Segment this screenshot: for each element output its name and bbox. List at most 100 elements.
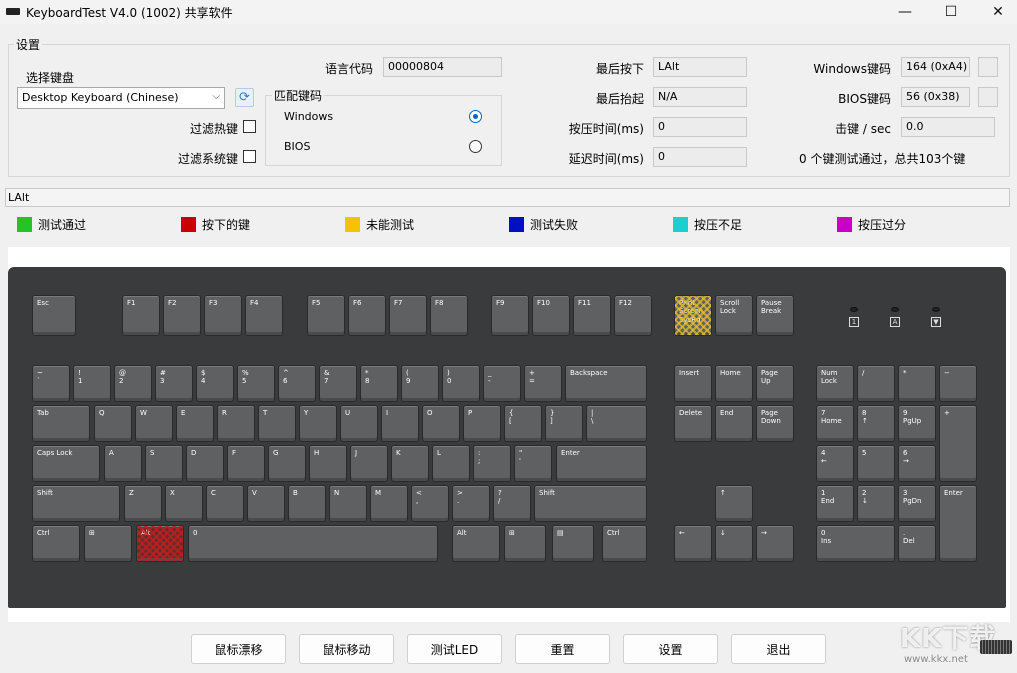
key-num1: 1 End <box>816 485 854 522</box>
key-label: % 5 <box>242 369 249 386</box>
maximize-button[interactable]: ☐ <box>928 0 974 24</box>
press-time-field: 0 <box>653 117 747 137</box>
key-tilde: ~ ` <box>32 365 70 402</box>
legend-swatch <box>837 217 852 232</box>
key-c: C <box>206 485 244 522</box>
key-home: Home <box>715 365 753 402</box>
filter-system-keys-label: 过滤系统键 <box>177 152 238 166</box>
key-label: Print Screen SysRq <box>679 299 704 324</box>
key-a: A <box>104 445 142 482</box>
key-lshift: Shift <box>32 485 120 522</box>
key-num3: 3 PgDn <box>898 485 936 522</box>
mouse-move-button[interactable]: 鼠标移动 <box>299 634 394 664</box>
key-label: S <box>150 449 155 457</box>
key-p: P <box>463 405 501 442</box>
key-label: End <box>720 409 734 417</box>
key-label: I <box>386 409 389 417</box>
key-label: Shift <box>539 489 555 497</box>
keyboard-view: Esc F1 F2 F3 F4 F5 F6 F7 F8 F9 F10 F11 F12 Print Scre… <box>8 247 1010 622</box>
key-rshift: Shift <box>534 485 647 522</box>
refresh-icon[interactable]: ⟳ <box>235 88 254 107</box>
key-label: . Del <box>903 529 915 546</box>
keyboard-body: Esc F1 F2 F3 F4 F5 F6 F7 F8 F9 F10 F11 F12 Print Scre… <box>8 267 1006 608</box>
key-quote: " ' <box>514 445 552 482</box>
key-minus: _ - <box>483 365 521 402</box>
key-label: 4 ← <box>821 449 827 466</box>
settings-button[interactable]: 设置 <box>623 634 718 664</box>
key-n8: * 8 <box>360 365 398 402</box>
key-n0: ) 0 <box>442 365 480 402</box>
key-up: ↑ <box>715 485 753 522</box>
language-code-label: 语言代码 <box>324 62 373 76</box>
key-label: Enter <box>561 449 580 457</box>
key-label: K <box>396 449 401 457</box>
key-insert: Insert <box>674 365 712 402</box>
legend-label: 测试失败 <box>530 218 579 232</box>
key-prtsc: Print Screen SysRq <box>674 295 712 336</box>
key-label: F4 <box>250 299 259 307</box>
mouse-drift-button[interactable]: 鼠标漂移 <box>191 634 286 664</box>
match-keycode-group <box>265 95 502 166</box>
key-label: Page Up <box>761 369 778 386</box>
key-num4: 4 ← <box>816 445 854 482</box>
key-lwin: ⊞ <box>84 525 132 562</box>
bios-keycode-color <box>978 87 998 107</box>
key-label: Scroll Lock <box>720 299 740 316</box>
key-label: Ctrl <box>37 529 50 537</box>
key-label: F <box>232 449 237 457</box>
watermark-url: www.kkx.net <box>904 654 968 665</box>
radio-bios-label: BIOS <box>284 140 311 153</box>
key-lctrl: Ctrl <box>32 525 80 562</box>
key-pgup: Page Up <box>756 365 794 402</box>
key-menu: ▤ <box>552 525 594 562</box>
filter-hotkeys-checkbox[interactable] <box>243 120 256 133</box>
key-esc: Esc <box>32 295 76 336</box>
key-tab: Tab <box>32 405 90 442</box>
legend-swatch <box>345 217 360 232</box>
key-rctrl: Ctrl <box>602 525 647 562</box>
key-n3: # 3 <box>155 365 193 402</box>
key-label: < , <box>416 489 422 506</box>
test-led-button[interactable]: 测试LED <box>407 634 502 664</box>
key-label: F8 <box>435 299 444 307</box>
key-o: O <box>422 405 460 442</box>
key-label: | \ <box>591 409 594 426</box>
key-enter: Enter <box>556 445 647 482</box>
keyboard-select[interactable]: Desktop Keyboard (Chinese) ⌵ <box>17 87 225 109</box>
keys-per-sec-label: 击键 / sec <box>835 122 891 136</box>
key-t: T <box>258 405 296 442</box>
key-f2: F2 <box>163 295 201 336</box>
key-l: L <box>432 445 470 482</box>
watermark: KK下载 www.kkx.net <box>900 618 1015 670</box>
key-label: G <box>273 449 279 457</box>
settings-group-title: 设置 <box>14 36 43 53</box>
key-u: U <box>340 405 378 442</box>
filter-hotkeys-label: 过滤热键 <box>189 122 238 136</box>
exit-button[interactable]: 退出 <box>731 634 826 664</box>
reset-button[interactable]: 重置 <box>515 634 610 664</box>
key-label: F11 <box>578 299 591 307</box>
close-button[interactable]: ✕ <box>975 0 1017 24</box>
key-f9: F9 <box>491 295 529 336</box>
key-end: End <box>715 405 753 442</box>
key-label: P <box>468 409 473 417</box>
key-label: Shift <box>37 489 53 497</box>
indicator-label: ▼ <box>931 317 941 327</box>
key-num6: 6 → <box>898 445 936 482</box>
select-keyboard-label: 选择键盘 <box>26 71 75 85</box>
key-label: 0 Ins <box>821 529 832 546</box>
key-k: K <box>391 445 429 482</box>
key-label: Y <box>304 409 309 417</box>
key-label: ( 9 <box>406 369 411 386</box>
minimize-button[interactable]: — <box>882 0 928 24</box>
filter-system-keys-checkbox[interactable] <box>243 150 256 163</box>
key-q: Q <box>94 405 132 442</box>
key-label: → <box>761 529 767 537</box>
key-label: 6 → <box>903 449 909 466</box>
key-label: ⊞ <box>509 529 515 537</box>
key-label: F9 <box>496 299 505 307</box>
key-numenter: Enter <box>939 485 977 562</box>
key-f7: F7 <box>389 295 427 336</box>
radio-windows[interactable] <box>469 110 482 123</box>
radio-bios[interactable] <box>469 140 482 153</box>
